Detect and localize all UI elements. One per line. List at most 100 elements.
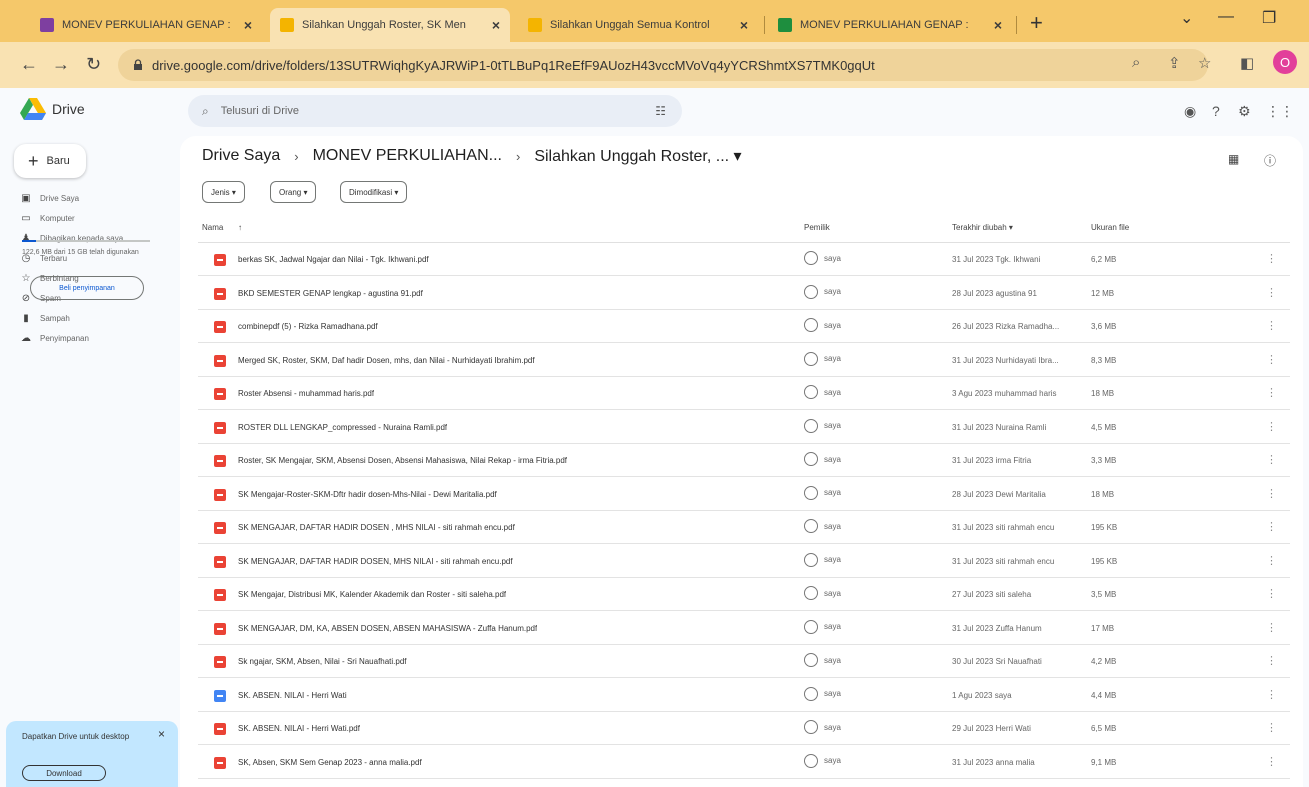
- browser-tab-1[interactable]: MONEV PERKULIAHAN GENAP : ×: [30, 8, 262, 42]
- file-name[interactable]: SK Mengajar-Roster-SKM-Dftr hadir dosen-…: [238, 490, 497, 499]
- file-row[interactable]: Sk ngajar, SKM, Absen, Nilai - Sri Nauaf…: [198, 645, 1290, 678]
- more-options-icon[interactable]: ⋮: [1266, 487, 1277, 500]
- browser-tab-2[interactable]: Silahkan Unggah Roster, SK Men ×: [270, 8, 510, 42]
- info-icon[interactable]: ⓘ: [1264, 152, 1276, 169]
- sort-arrow-up-icon[interactable]: ↑: [238, 223, 242, 232]
- status-icon[interactable]: ◉: [1184, 103, 1196, 120]
- file-name[interactable]: SK. ABSEN. NILAI - Herri Wati: [238, 691, 347, 700]
- file-row[interactable]: SK MENGAJAR, DAFTAR HADIR DOSEN , MHS NI…: [198, 511, 1290, 544]
- close-icon[interactable]: ×: [492, 17, 500, 33]
- new-tab-icon[interactable]: +: [1030, 10, 1043, 36]
- sidebar-item-computers[interactable]: ▭ Komputer: [20, 210, 74, 226]
- file-name[interactable]: SK MENGAJAR, DAFTAR HADIR DOSEN , MHS NI…: [238, 523, 515, 532]
- browser-tab-3[interactable]: Silahkan Unggah Semua Kontrol ×: [518, 8, 758, 42]
- address-bar[interactable]: drive.google.com/drive/folders/13SUTRWiq…: [118, 49, 1208, 81]
- close-icon[interactable]: ×: [244, 17, 252, 33]
- more-options-icon[interactable]: ⋮: [1266, 353, 1277, 366]
- file-name[interactable]: Roster Absensi - muhammad haris.pdf: [238, 389, 374, 398]
- file-row[interactable]: Merged SK, Roster, SKM, Daf hadir Dosen,…: [198, 344, 1290, 377]
- search-icon[interactable]: ⌕: [202, 104, 209, 119]
- file-row[interactable]: SK MENGAJAR, DAFTAR HADIR DOSEN, MHS NIL…: [198, 545, 1290, 578]
- sidebar-item-storage[interactable]: ☁ Penyimpanan: [20, 330, 89, 346]
- more-options-icon[interactable]: ⋮: [1266, 453, 1277, 466]
- profile-avatar[interactable]: O: [1273, 50, 1297, 74]
- file-name[interactable]: berkas SK, Jadwal Ngajar dan Nilai - Tgk…: [238, 255, 429, 264]
- filter-type-chip[interactable]: Jenis ▾: [202, 181, 245, 203]
- more-options-icon[interactable]: ⋮: [1266, 252, 1277, 265]
- sidebar-item-trash[interactable]: ▮ Sampah: [20, 310, 70, 326]
- browser-tab-4[interactable]: MONEV PERKULIAHAN GENAP : ×: [768, 8, 1012, 42]
- more-options-icon[interactable]: ⋮: [1266, 587, 1277, 600]
- drive-logo[interactable]: Drive: [20, 98, 85, 120]
- file-row[interactable]: SK. ABSEN. NILAI - Herri Wati.pdf saya 29 …: [198, 712, 1290, 745]
- close-icon[interactable]: ×: [158, 727, 165, 741]
- file-size: 6,5 MB: [1091, 724, 1117, 733]
- file-name[interactable]: Roster, SK Mengajar, SKM, Absensi Dosen,…: [238, 456, 567, 465]
- forward-icon[interactable]: →: [52, 54, 70, 75]
- reload-icon[interactable]: ↻: [86, 54, 101, 75]
- breadcrumb-item-my-drive[interactable]: Drive Saya: [202, 147, 280, 165]
- file-row[interactable]: combinepdf (5) - Rizka Ramadhana.pdf saya…: [198, 310, 1290, 343]
- more-options-icon[interactable]: ⋮: [1266, 554, 1277, 567]
- search-box[interactable]: ⌕ Telusuri di Drive ☷: [188, 95, 682, 127]
- drive-icon: [528, 18, 542, 32]
- file-name[interactable]: Sk ngajar, SKM, Absen, Nilai - Sri Nauaf…: [238, 657, 407, 666]
- minimize-icon[interactable]: —: [1218, 8, 1234, 26]
- filter-modified-chip[interactable]: Dimodifikasi ▾: [340, 181, 408, 203]
- download-button[interactable]: Download: [22, 765, 106, 781]
- file-name[interactable]: SK Mengajar, Distribusi MK, Kalender Aka…: [238, 590, 506, 599]
- close-icon[interactable]: ×: [740, 17, 748, 33]
- file-name[interactable]: ROSTER DLL LENGKAP_compressed - Nuraina …: [238, 423, 447, 432]
- filter-people-chip[interactable]: Orang ▾: [270, 181, 317, 203]
- side-panel-icon[interactable]: ◧: [1240, 54, 1254, 72]
- file-row[interactable]: SK, Absen, SKM Sem Genap 2023 - anna mal…: [198, 746, 1290, 779]
- help-icon[interactable]: ?: [1212, 103, 1220, 119]
- breadcrumb-item-current-folder[interactable]: Silahkan Unggah Roster, ... ▾: [534, 146, 741, 166]
- tab-search-icon[interactable]: ⌄: [1180, 8, 1193, 28]
- sidebar-item-shared[interactable]: ♟ Dibagikan kepada saya: [20, 230, 124, 246]
- share-icon[interactable]: ⇪: [1168, 54, 1181, 72]
- grid-view-icon[interactable]: ▦: [1228, 152, 1239, 166]
- file-row[interactable]: Roster Absensi - muhammad haris.pdf saya 3…: [198, 377, 1290, 410]
- close-icon[interactable]: ×: [994, 17, 1002, 33]
- settings-gear-icon[interactable]: ⚙: [1238, 103, 1251, 120]
- sidebar-item-my-drive[interactable]: ▣ Drive Saya: [20, 190, 79, 206]
- back-icon[interactable]: ←: [20, 54, 38, 75]
- file-name[interactable]: SK. ABSEN. NILAI - Herri Wati.pdf: [238, 724, 360, 733]
- more-options-icon[interactable]: ⋮: [1266, 721, 1277, 734]
- file-name[interactable]: SK, Absen, SKM Sem Genap 2023 - anna mal…: [238, 758, 422, 767]
- column-header-name[interactable]: Nama: [202, 223, 223, 232]
- restore-icon[interactable]: ❐: [1262, 8, 1276, 28]
- breadcrumb-item-monev[interactable]: MONEV PERKULIAHAN...: [313, 147, 502, 165]
- file-name[interactable]: SK MENGAJAR, DM, KA, ABSEN DOSEN, ABSEN …: [238, 624, 537, 633]
- file-row[interactable]: SK MENGAJAR, DM, KA, ABSEN DOSEN, ABSEN …: [198, 612, 1290, 645]
- file-row[interactable]: berkas SK, Jadwal Ngajar dan Nilai - Tgk…: [198, 243, 1290, 276]
- more-options-icon[interactable]: ⋮: [1266, 654, 1277, 667]
- file-row[interactable]: SK Mengajar, Distribusi MK, Kalender Aka…: [198, 578, 1290, 611]
- file-row[interactable]: ROSTER DLL LENGKAP_compressed - Nuraina …: [198, 411, 1290, 444]
- more-options-icon[interactable]: ⋮: [1266, 319, 1277, 332]
- bookmark-star-icon[interactable]: ☆: [1198, 54, 1211, 72]
- file-row[interactable]: SK Mengajar-Roster-SKM-Dftr hadir dosen-…: [198, 478, 1290, 511]
- more-options-icon[interactable]: ⋮: [1266, 621, 1277, 634]
- search-input[interactable]: Telusuri di Drive: [221, 105, 299, 117]
- more-options-icon[interactable]: ⋮: [1266, 520, 1277, 533]
- file-row[interactable]: Roster, SK Mengajar, SKM, Absensi Dosen,…: [198, 444, 1290, 477]
- search-options-icon[interactable]: ☷: [655, 104, 666, 118]
- more-options-icon[interactable]: ⋮: [1266, 286, 1277, 299]
- column-header-modified[interactable]: Terakhir diubah ▾: [952, 223, 1013, 232]
- more-options-icon[interactable]: ⋮: [1266, 688, 1277, 701]
- file-row[interactable]: SK. ABSEN. NILAI - Herri Wati saya 1 Agu 2…: [198, 679, 1290, 712]
- more-options-icon[interactable]: ⋮: [1266, 755, 1277, 768]
- more-options-icon[interactable]: ⋮: [1266, 420, 1277, 433]
- more-options-icon[interactable]: ⋮: [1266, 386, 1277, 399]
- zoom-icon[interactable]: ⌕: [1132, 54, 1140, 71]
- file-name[interactable]: combinepdf (5) - Rizka Ramadhana.pdf: [238, 322, 378, 331]
- file-row[interactable]: BKD SEMESTER GENAP lengkap - agustina 91…: [198, 277, 1290, 310]
- apps-grid-icon[interactable]: ⋮⋮: [1266, 103, 1294, 120]
- new-button[interactable]: + Baru: [14, 144, 86, 178]
- file-name[interactable]: SK MENGAJAR, DAFTAR HADIR DOSEN, MHS NIL…: [238, 557, 513, 566]
- file-name[interactable]: BKD SEMESTER GENAP lengkap - agustina 91…: [238, 289, 423, 298]
- file-name[interactable]: Merged SK, Roster, SKM, Daf hadir Dosen,…: [238, 356, 535, 365]
- buy-storage-button[interactable]: Beli penyimpanan: [30, 276, 144, 300]
